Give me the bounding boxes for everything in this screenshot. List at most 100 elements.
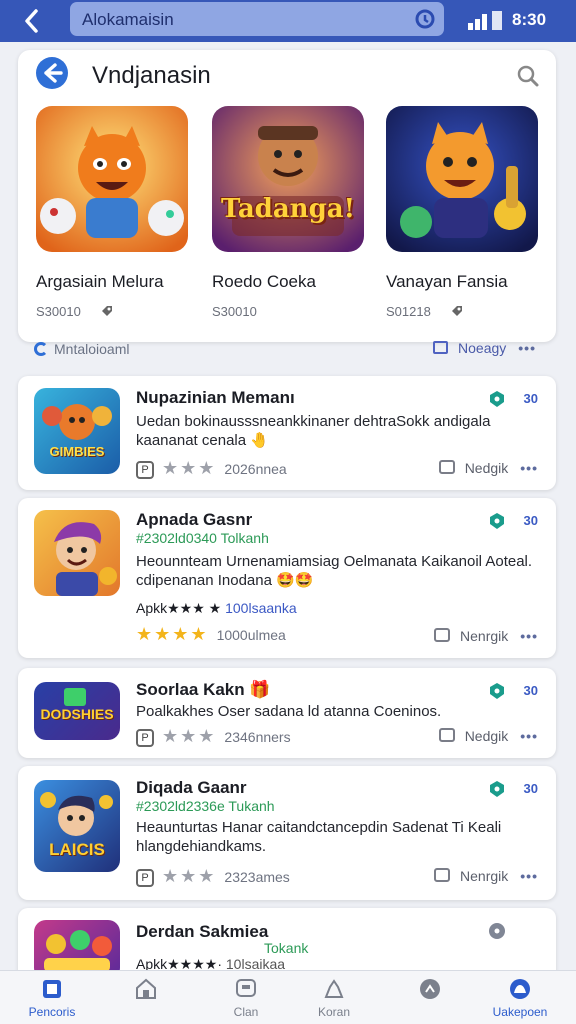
star-icon: ★ <box>198 458 215 478</box>
game-meta-text: S30010 <box>36 304 81 319</box>
game-meta: S01218 <box>386 304 538 319</box>
kimbis-logo-text: GIMBIES <box>49 444 105 459</box>
nav-item-pencoris[interactable]: Pencoris <box>12 977 92 1019</box>
game-name: Roedo Coeka <box>212 272 316 291</box>
bottom-nav: Pencoris Clan Koran Uakepoen <box>0 970 576 1024</box>
game-subtitle: Tokank <box>264 940 309 956</box>
tag-icon <box>102 306 113 316</box>
game-art-orange-tiger[interactable] <box>36 106 188 252</box>
nav-item-koran[interactable]: Koran <box>294 977 374 1019</box>
thumb-icon <box>324 979 344 998</box>
game-meta-text: S30010 <box>212 304 257 319</box>
search-bar[interactable]: Alokamaisin <box>70 2 444 36</box>
featured-game[interactable]: Argasiain Melura S30010 <box>36 106 188 319</box>
card-action[interactable]: Nedgik ••• <box>438 460 538 476</box>
dodshies-logo-text: DODSHIES <box>40 706 114 722</box>
more-icon[interactable]: ••• <box>518 340 536 356</box>
game-description: Poalkakhes Oser sadana ld atanna Coenino… <box>136 703 442 720</box>
back-arrow-icon[interactable] <box>18 6 48 36</box>
checkbox-icon <box>438 460 455 474</box>
more-icon[interactable]: ••• <box>520 728 538 744</box>
nav-item-home[interactable] <box>106 977 186 1005</box>
tag-icon <box>452 306 463 316</box>
game-title[interactable]: Apnada Gasnr <box>136 510 252 530</box>
top-bar: Alokamaisin 8:30 <box>0 0 576 42</box>
game-name: Argasiain Melura <box>36 272 164 291</box>
game-list-card[interactable]: LAICIS Diqada Gaanr #2302ld2336e Tukanh … <box>18 766 556 900</box>
back-circle-icon[interactable] <box>35 56 69 90</box>
rating-row: P ★ ★ ★ 2323ames <box>136 866 290 887</box>
rating-row: P ★ ★ ★ 2026nnea <box>136 458 287 479</box>
nav-item-uakepoen[interactable]: Uakepoen <box>480 977 560 1019</box>
shield-icon <box>490 683 504 699</box>
featured-title: Vndjanasin <box>92 62 211 89</box>
review-count: 1000ulmea <box>216 627 286 643</box>
rating-badge-icon: P <box>136 869 154 887</box>
more-icon[interactable]: ••• <box>520 868 538 884</box>
chat-icon <box>236 979 256 997</box>
more-icon[interactable]: ••• <box>520 628 538 644</box>
rating-row: P ★ ★ ★ 2346nners <box>136 726 291 747</box>
game-title[interactable]: Derdan Sakmiea <box>136 922 268 942</box>
laicis-logo-text: LAICIS <box>49 840 105 859</box>
game-list-card[interactable]: DODSHIES Soorlaa Kakn 🎁 30 Poalkakhes Os… <box>18 668 556 758</box>
game-title[interactable]: Nupazinian Memanı <box>136 388 295 408</box>
featured-game[interactable]: Vanayan Fansia S01218 <box>386 106 538 319</box>
game-title[interactable]: Soorlaa Kakn 🎁 <box>136 680 271 700</box>
card-action[interactable]: Nenrgik ••• <box>434 868 538 884</box>
signal-icon <box>468 11 502 30</box>
featured-card: Vndjanasin Argasiain Melura S30010 Tadan… <box>18 50 556 342</box>
game-list-card[interactable]: GIMBIES Nupazinian Memanı 30 Uedan bokin… <box>18 376 556 490</box>
section-label: Mntaloioaml <box>34 341 129 357</box>
game-art-tadanga[interactable]: Tadanga! <box>212 106 364 252</box>
game-title[interactable]: Diqada Gaanr <box>136 778 247 798</box>
shield-icon <box>490 781 504 797</box>
review-count: 2026nnea <box>224 461 287 477</box>
featured-game[interactable]: Tadanga! Roedo Coeka S30010 <box>212 106 364 319</box>
game-subtitle: #2302ld0340 Tolkanh <box>136 530 269 546</box>
star-icon: ★ <box>198 726 215 746</box>
star-icon: ★ <box>154 624 171 644</box>
game-description: Heounnteam Urnenamiamsiag Oelmanata Kaik… <box>136 553 533 589</box>
star-icon: ★ <box>198 866 215 886</box>
game-meta-text: S01218 <box>386 304 431 319</box>
more-icon[interactable]: ••• <box>520 460 538 476</box>
card-action[interactable]: Nedgik ••• <box>438 728 538 744</box>
game-icon-kimbis[interactable]: GIMBIES <box>34 388 120 474</box>
game-icon-hero-purple[interactable] <box>34 510 120 596</box>
game-meta: S30010 <box>212 304 364 319</box>
star-icon: ★ <box>162 458 179 478</box>
checkbox-icon <box>438 728 455 742</box>
shield-icon <box>490 391 504 407</box>
checkbox-icon <box>433 341 449 354</box>
status-bar: 8:30 <box>462 6 572 32</box>
section-action[interactable]: Noeagy ••• <box>433 340 536 356</box>
star-icon: ★ <box>162 726 179 746</box>
search-icon[interactable] <box>414 8 436 30</box>
badge-count: 30 <box>523 683 538 698</box>
game-list-card[interactable]: Apnada Gasnr #2302ld0340 Tolkanh 30 Heou… <box>18 498 556 658</box>
game-icon-laicis[interactable]: LAICIS <box>34 780 120 872</box>
game-icon-dodshies[interactable]: DODSHIES <box>34 682 120 740</box>
checkbox-icon <box>434 628 451 642</box>
card-action[interactable]: Nenrgik ••• <box>434 628 538 644</box>
nav-item-clan[interactable]: Clan <box>206 977 286 1019</box>
home-icon <box>136 978 156 999</box>
cloud-icon <box>510 979 530 999</box>
game-meta: S30010 <box>36 304 188 319</box>
badge-count: 30 <box>523 781 538 796</box>
loading-icon <box>34 342 48 356</box>
review-count: 2323ames <box>224 869 290 885</box>
game-description: Heaunturtas Hanar caitandctancepdin Sade… <box>136 819 502 855</box>
search-icon[interactable] <box>516 64 540 88</box>
square-icon <box>43 980 61 998</box>
badge-count: 30 <box>523 391 538 406</box>
star-icon: ★ <box>180 458 197 478</box>
shield-icon <box>490 513 504 529</box>
star-icon: ★ <box>190 624 207 644</box>
nav-item-swap[interactable] <box>390 977 470 1005</box>
swap-icon <box>420 979 440 999</box>
search-text[interactable]: Alokamaisin <box>82 10 174 30</box>
game-art-orange-cat[interactable] <box>386 106 538 252</box>
rating-badge-icon: P <box>136 461 154 479</box>
